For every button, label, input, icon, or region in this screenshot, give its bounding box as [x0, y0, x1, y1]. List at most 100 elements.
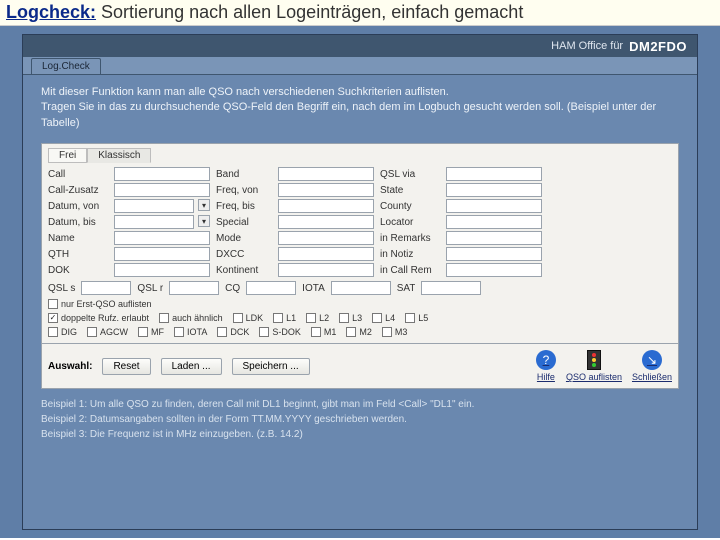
chk-doppelte[interactable]: [48, 313, 58, 323]
input-qslr[interactable]: [169, 281, 219, 295]
lbl-name: Name: [48, 233, 108, 244]
lbl-m1: M1: [324, 327, 337, 337]
lbl-qth: QTH: [48, 249, 108, 260]
chk-l1[interactable]: [273, 313, 283, 323]
lbl-iota: IOTA: [302, 283, 325, 294]
lbl-datumbis: Datum, bis: [48, 217, 108, 228]
input-notiz[interactable]: [446, 247, 542, 261]
input-state[interactable]: [446, 183, 542, 197]
lbl-county: County: [380, 201, 440, 212]
callsign: DM2FDO: [629, 39, 687, 54]
lbl-dok: DOK: [48, 265, 108, 276]
chk-l3[interactable]: [339, 313, 349, 323]
lbl-freqvon: Freq, von: [216, 185, 272, 196]
lbl-locator: Locator: [380, 217, 440, 228]
slide-title: Logcheck: Sortierung nach allen Logeintr…: [0, 0, 720, 26]
schliessen-label: Schließen: [632, 372, 672, 382]
title-emphasis: Logcheck:: [6, 2, 96, 22]
reset-button[interactable]: Reset: [102, 358, 150, 375]
input-datumbis[interactable]: [114, 215, 194, 229]
lbl-dck: DCK: [230, 327, 249, 337]
chk-dig[interactable]: [48, 327, 58, 337]
input-locator[interactable]: [446, 215, 542, 229]
input-call[interactable]: [114, 167, 210, 181]
input-qsls[interactable]: [81, 281, 131, 295]
lbl-l1: L1: [286, 313, 296, 323]
lbl-qslvia: QSL via: [380, 169, 440, 180]
input-dxcc[interactable]: [278, 247, 374, 261]
lbl-iota2: IOTA: [187, 327, 207, 337]
examples-text: Beispiel 1: Um alle QSO zu finden, deren…: [23, 389, 697, 450]
checkbox-row-2: doppelte Rufz. erlaubt auch ähnlich LDK …: [48, 313, 672, 323]
fields-grid: Call Band QSL via Call-Zusatz Freq, von …: [48, 167, 672, 277]
lbl-datumvon: Datum, von: [48, 201, 108, 212]
input-qth[interactable]: [114, 247, 210, 261]
datepick-von-icon[interactable]: ▾: [198, 199, 210, 211]
input-cq[interactable]: [246, 281, 296, 295]
chk-m2[interactable]: [346, 327, 356, 337]
chk-mf[interactable]: [138, 327, 148, 337]
lbl-agcw: AGCW: [100, 327, 128, 337]
input-county[interactable]: [446, 199, 542, 213]
lbl-special: Special: [216, 217, 272, 228]
chk-ldk[interactable]: [233, 313, 243, 323]
panel-tabs: Frei Klassisch: [48, 148, 672, 163]
speichern-button[interactable]: Speichern ...: [232, 358, 310, 375]
help-icon: ?: [536, 350, 556, 370]
schliessen-button[interactable]: ↘ Schließen: [632, 350, 672, 382]
chk-erstqso[interactable]: [48, 299, 58, 309]
chk-iota2[interactable]: [174, 327, 184, 337]
tab-logcheck[interactable]: Log.Check: [31, 58, 101, 74]
chk-l4[interactable]: [372, 313, 382, 323]
lbl-cq: CQ: [225, 283, 240, 294]
panel-tab-frei[interactable]: Frei: [48, 148, 87, 163]
app-tabbar: Log.Check: [23, 57, 697, 75]
chk-l5[interactable]: [405, 313, 415, 323]
example-2: Beispiel 2: Datumsangaben sollten in der…: [41, 412, 679, 427]
input-band[interactable]: [278, 167, 374, 181]
panel-tab-klassisch[interactable]: Klassisch: [87, 148, 151, 163]
input-dok[interactable]: [114, 263, 210, 277]
traffic-light-icon: [587, 350, 601, 370]
hilfe-label: Hilfe: [537, 372, 555, 382]
datepick-bis-icon[interactable]: ▾: [198, 215, 210, 227]
input-freqbis[interactable]: [278, 199, 374, 213]
input-iota[interactable]: [331, 281, 391, 295]
chk-aehnlich[interactable]: [159, 313, 169, 323]
auflisten-button[interactable]: QSO auflisten: [566, 350, 622, 382]
chk-agcw[interactable]: [87, 327, 97, 337]
intro-text: Mit dieser Funktion kann man alle QSO na…: [23, 75, 697, 139]
title-rest: Sortierung nach allen Logeinträgen, einf…: [96, 2, 523, 22]
lbl-dig: DIG: [61, 327, 77, 337]
input-qslvia[interactable]: [446, 167, 542, 181]
stage-backdrop: HAM Office für DM2FDO Log.Check Mit dies…: [0, 26, 720, 538]
checkbox-row-3: DIG AGCW MF IOTA DCK S-DOK M1 M2 M3: [48, 327, 672, 337]
laden-button[interactable]: Laden ...: [161, 358, 222, 375]
lbl-kontinent: Kontinent: [216, 265, 272, 276]
input-freqvon[interactable]: [278, 183, 374, 197]
input-kontinent[interactable]: [278, 263, 374, 277]
input-datumvon[interactable]: [114, 199, 194, 213]
hilfe-button[interactable]: ? Hilfe: [536, 350, 556, 382]
example-1: Beispiel 1: Um alle QSO zu finden, deren…: [41, 397, 679, 412]
input-special[interactable]: [278, 215, 374, 229]
lbl-l3: L3: [352, 313, 362, 323]
lbl-state: State: [380, 185, 440, 196]
lbl-sdok: S-DOK: [272, 327, 301, 337]
input-callrem[interactable]: [446, 263, 542, 277]
lbl-freqbis: Freq, bis: [216, 201, 272, 212]
lbl-m2: M2: [359, 327, 372, 337]
actions-bar: Auswahl: Reset Laden ... Speichern ... ?…: [41, 344, 679, 389]
chk-dck[interactable]: [217, 327, 227, 337]
input-name[interactable]: [114, 231, 210, 245]
chk-sdok[interactable]: [259, 327, 269, 337]
lbl-dxcc: DXCC: [216, 249, 272, 260]
chk-l2[interactable]: [306, 313, 316, 323]
chk-m1[interactable]: [311, 327, 321, 337]
intro-line-1: Mit dieser Funktion kann man alle QSO na…: [41, 85, 679, 100]
input-mode[interactable]: [278, 231, 374, 245]
chk-m3[interactable]: [382, 327, 392, 337]
input-remarks[interactable]: [446, 231, 542, 245]
input-callzusatz[interactable]: [114, 183, 210, 197]
input-sat[interactable]: [421, 281, 481, 295]
